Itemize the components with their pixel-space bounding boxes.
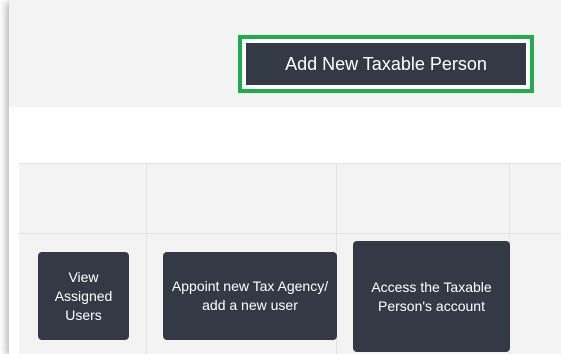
page-header: Add New Taxable Person bbox=[9, 0, 561, 107]
access-taxable-person-account-button[interactable]: Access the Taxable Person's account bbox=[353, 241, 510, 352]
add-new-taxable-person-label: Add New Taxable Person bbox=[246, 43, 526, 85]
appoint-tax-agency-button[interactable]: Appoint new Tax Agency/ add a new user bbox=[163, 252, 337, 340]
taxable-persons-panel: Add New Taxable Person View Assigned Use… bbox=[9, 0, 561, 354]
table-row-divider bbox=[19, 233, 561, 234]
table-column-divider bbox=[146, 164, 147, 354]
taxable-persons-table: View Assigned Users Appoint new Tax Agen… bbox=[19, 163, 561, 354]
view-assigned-users-button[interactable]: View Assigned Users bbox=[38, 252, 129, 340]
add-new-taxable-person-button[interactable]: Add New Taxable Person bbox=[238, 35, 534, 93]
